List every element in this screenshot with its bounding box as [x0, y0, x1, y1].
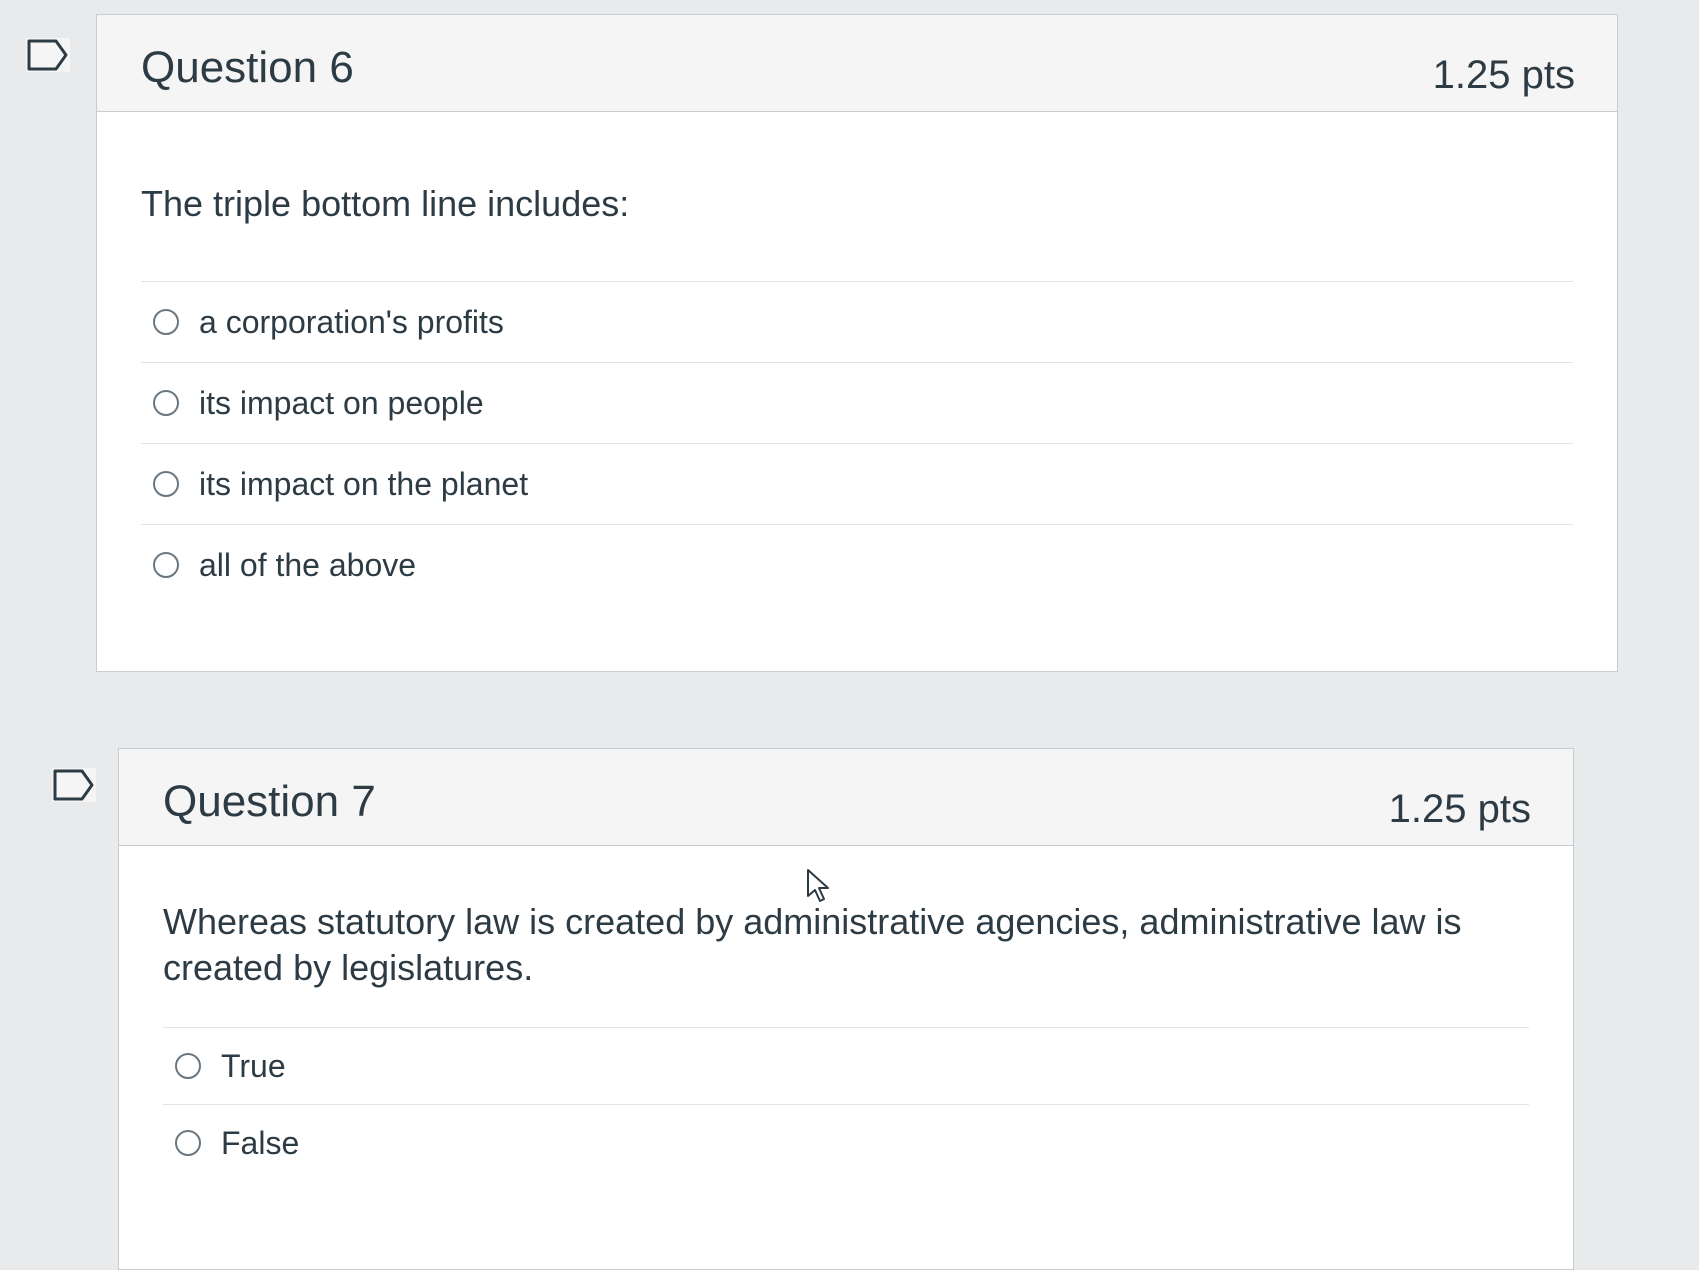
question-text: Whereas statutory law is created by admi…	[163, 901, 1462, 988]
question-title: Question 6	[141, 43, 354, 92]
question-6-card: Question 6 1.25 pts The triple bottom li…	[96, 14, 1618, 672]
answer-label: True	[221, 1047, 286, 1084]
answer-list: True False	[163, 1027, 1529, 1181]
answer-option[interactable]: all of the above	[141, 524, 1573, 605]
question-points: 1.25 pts	[1388, 787, 1531, 831]
answer-label: its impact on people	[199, 384, 484, 421]
answer-list: a corporation's profits its impact on pe…	[141, 281, 1573, 605]
answer-label: its impact on the planet	[199, 465, 529, 502]
question-header: Question 6 1.25 pts	[97, 15, 1617, 112]
question-7-card: Question 7 1.25 pts Whereas statutory la…	[118, 748, 1574, 1270]
radio-button[interactable]	[153, 471, 179, 497]
radio-button[interactable]	[153, 552, 179, 578]
flag-question-7-icon[interactable]	[52, 768, 96, 802]
answer-option[interactable]: True	[163, 1027, 1529, 1104]
answer-label: a corporation's profits	[199, 303, 504, 340]
radio-button[interactable]	[175, 1053, 201, 1079]
mouse-pointer-icon	[806, 868, 832, 909]
answer-option[interactable]: its impact on people	[141, 362, 1573, 443]
answer-option[interactable]: a corporation's profits	[141, 281, 1573, 362]
question-text: The triple bottom line includes:	[141, 183, 630, 224]
answer-option[interactable]: its impact on the planet	[141, 443, 1573, 524]
radio-button[interactable]	[175, 1130, 201, 1156]
question-points: 1.25 pts	[1432, 53, 1575, 97]
radio-button[interactable]	[153, 390, 179, 416]
flag-question-6-icon[interactable]	[26, 38, 70, 72]
answer-label: all of the above	[199, 546, 417, 583]
radio-button[interactable]	[153, 309, 179, 335]
answer-option[interactable]: False	[163, 1104, 1529, 1181]
answer-label: False	[221, 1124, 300, 1161]
question-title: Question 7	[163, 777, 376, 826]
question-header: Question 7 1.25 pts	[119, 749, 1573, 846]
